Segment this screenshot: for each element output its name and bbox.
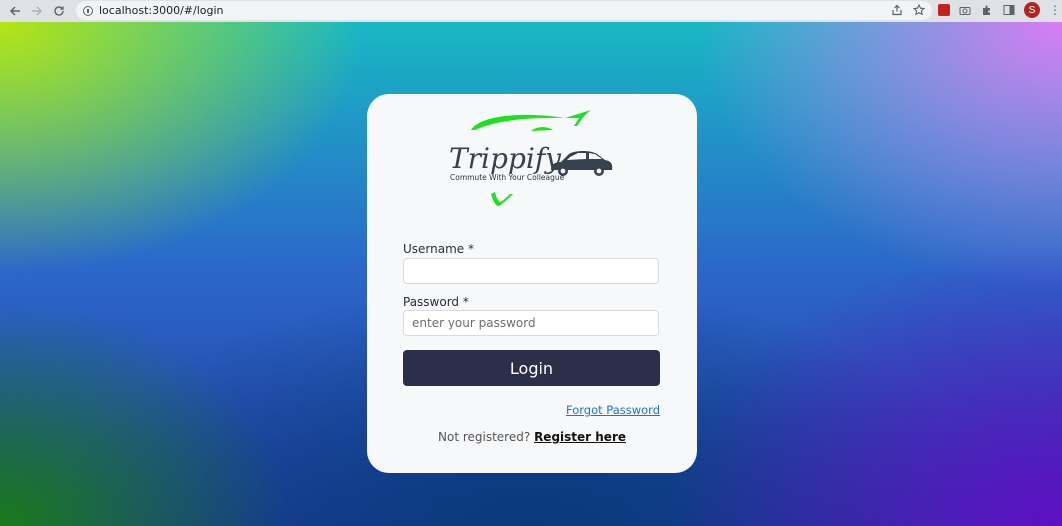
logo-mid-swoosh bbox=[531, 127, 553, 131]
username-input[interactable] bbox=[403, 258, 659, 284]
bookmark-star-icon[interactable] bbox=[912, 3, 926, 17]
reload-button[interactable] bbox=[48, 0, 70, 22]
back-button[interactable] bbox=[4, 0, 26, 22]
reload-icon bbox=[54, 6, 64, 16]
browser-toolbar: localhost:3000/#/login S ⋮ bbox=[0, 0, 1062, 22]
password-input[interactable] bbox=[403, 310, 659, 336]
password-label: Password * bbox=[403, 295, 469, 309]
extensions-puzzle-icon[interactable] bbox=[980, 2, 994, 18]
camera-extension-icon[interactable] bbox=[958, 2, 972, 18]
url-text[interactable]: localhost:3000/#/login bbox=[99, 4, 224, 17]
logo-tagline: Commute With Your Colleague bbox=[450, 173, 565, 182]
site-info-icon[interactable] bbox=[83, 5, 93, 16]
side-panel-icon[interactable] bbox=[1002, 2, 1016, 18]
profile-avatar[interactable]: S bbox=[1024, 2, 1040, 18]
username-label: Username * bbox=[403, 242, 474, 256]
back-arrow-icon bbox=[9, 6, 20, 16]
extension-red-icon[interactable] bbox=[938, 4, 950, 16]
trippify-logo: Trippify bbox=[449, 110, 613, 206]
forgot-password-link[interactable]: Forgot Password bbox=[566, 403, 660, 417]
logo-bottom-swoosh bbox=[491, 192, 513, 206]
address-bar[interactable]: localhost:3000/#/login bbox=[76, 1, 932, 20]
forward-button[interactable] bbox=[26, 0, 48, 22]
login-button[interactable]: Login bbox=[403, 350, 660, 386]
register-prompt: Not registered? bbox=[438, 430, 531, 444]
login-card: Trippify Commute With Your Colleague Use… bbox=[367, 94, 697, 473]
share-icon[interactable] bbox=[890, 3, 904, 17]
page-background: Trippify Commute With Your Colleague Use… bbox=[0, 22, 1062, 526]
register-link[interactable]: Register here bbox=[534, 430, 626, 444]
forward-arrow-icon bbox=[32, 6, 43, 16]
browser-menu-icon[interactable]: ⋮ bbox=[1048, 2, 1062, 18]
logo-top-swoosh bbox=[471, 110, 591, 130]
logo-brand-text: Trippify bbox=[449, 142, 562, 175]
register-line: Not registered? Register here bbox=[367, 430, 697, 444]
